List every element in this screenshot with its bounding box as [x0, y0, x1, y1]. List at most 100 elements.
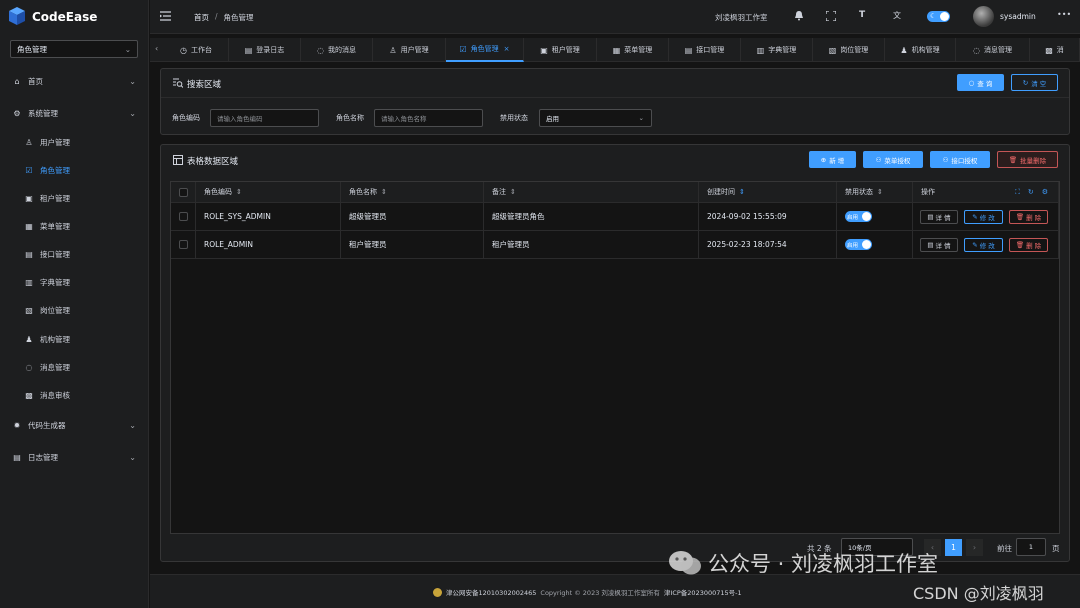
sidebar-item[interactable]: ▦ 菜单管理	[0, 214, 148, 238]
status-switch[interactable]: 启用	[845, 211, 872, 222]
sidebar-item[interactable]: ♟ 机构管理	[0, 327, 148, 351]
tab[interactable]: ▧ 岗位管理	[813, 38, 885, 62]
message-icon: ◌	[973, 45, 980, 55]
sort-icon[interactable]: ⇕	[510, 188, 516, 196]
sort-icon[interactable]: ⇕	[381, 188, 387, 196]
data-table: 角色编码 ⇕ 角色名称 ⇕ 备注 ⇕ 创建时间 ⇕ 禁用状态 ⇕ 操作 ⛶ ↻ ⚙ ROLE_SYS_ADM…	[170, 181, 1060, 534]
theme-switch[interactable]: ☾	[927, 11, 950, 22]
footer-beian[interactable]: 津公网安备12010302002465	[446, 587, 536, 597]
tab[interactable]: ▤ 登录日志	[229, 38, 301, 62]
refresh-icon: ↻	[1022, 78, 1029, 87]
goto-page-input[interactable]: 1	[1016, 538, 1046, 556]
tab[interactable]: ▥ 字典管理	[741, 38, 813, 62]
page-number-current[interactable]: 1	[945, 539, 962, 556]
add-button[interactable]: ⊕ 新 增	[809, 151, 856, 168]
sidebar-item[interactable]: ▣ 租户管理	[0, 186, 148, 210]
tab[interactable]: ♙ 用户管理	[373, 38, 446, 62]
status-switch-knob	[862, 240, 871, 249]
avatar[interactable]	[973, 6, 994, 27]
select-all-checkbox[interactable]	[179, 187, 188, 197]
tab[interactable]: ▤ 接口管理	[669, 38, 741, 62]
menu-auth-button[interactable]: ⚇ 菜单授权	[863, 151, 923, 168]
batch-delete-button[interactable]: 🗑 批量删除	[997, 151, 1058, 168]
tab[interactable]: ◷ 工作台	[164, 38, 229, 62]
detail-button[interactable]: ▤ 详 情	[920, 210, 958, 224]
table-header[interactable]: 角色编码 ⇕	[196, 182, 341, 203]
role-name-input[interactable]: 请输入角色名称	[374, 109, 483, 127]
sidebar-item[interactable]: ☑ 角色管理	[0, 158, 148, 182]
row-checkbox[interactable]	[179, 240, 188, 249]
tab[interactable]: ▦ 菜单管理	[597, 38, 669, 62]
query-button-label: 查 询	[977, 79, 993, 88]
api-auth-button[interactable]: ⚇ 接口授权	[930, 151, 990, 168]
tab-scroll-left-icon[interactable]: ‹	[155, 44, 158, 53]
bell-icon[interactable]	[794, 10, 804, 23]
more-icon[interactable]: •••	[1057, 10, 1071, 19]
tab[interactable]: ▣ 租户管理	[524, 38, 597, 62]
delete-button[interactable]: 🗑 删 除	[1009, 210, 1048, 224]
fullscreen-icon[interactable]: ⛶	[1015, 188, 1020, 197]
search-divider	[161, 97, 1069, 98]
tab[interactable]: ◌ 消息管理	[956, 38, 1030, 62]
tab[interactable]: ▩ 消	[1030, 38, 1080, 62]
actions-cell: ▤ 详 情 ✎ 修 改 🗑 删 除	[913, 231, 1059, 259]
police-badge-icon	[433, 587, 442, 597]
close-icon[interactable]: ×	[504, 45, 510, 53]
footer-icp[interactable]: 津ICP备2023000715号-1	[664, 587, 742, 597]
sort-icon[interactable]: ⇕	[739, 188, 745, 196]
table-header[interactable]: 创建时间 ⇕	[699, 182, 837, 203]
delete-button[interactable]: 🗑 删 除	[1009, 238, 1048, 252]
menu-search-select[interactable]: 角色管理 ⌄	[10, 40, 138, 58]
sidebar-item[interactable]: ♙ 用户管理	[0, 130, 148, 154]
row-select-cell[interactable]	[171, 203, 196, 231]
tab[interactable]: ☑ 角色管理 ×	[446, 38, 524, 62]
breadcrumb-home[interactable]: 首页	[194, 12, 209, 23]
tenant-icon: ▣	[25, 193, 33, 203]
translate-icon[interactable]: 文	[893, 10, 901, 21]
collapse-menu-icon[interactable]	[160, 11, 171, 23]
chevron-down-icon: ⌄	[124, 44, 131, 54]
font-size-icon[interactable]: T	[859, 10, 865, 20]
sidebar-item[interactable]: ▤ 接口管理	[0, 242, 148, 266]
delete-button-label: 删 除	[1026, 214, 1042, 222]
sort-icon[interactable]: ⇕	[877, 188, 883, 196]
table-header: 操作 ⛶ ↻ ⚙	[913, 182, 1059, 203]
status-switch[interactable]: 启用	[845, 239, 872, 250]
tab[interactable]: ♟ 机构管理	[885, 38, 956, 62]
sidebar-item[interactable]: ▩ 消息审核	[0, 383, 148, 407]
sidebar-item[interactable]: ⌂ 首页 ⌄	[0, 69, 148, 93]
tab[interactable]: ◌ 我的消息	[301, 38, 373, 62]
sidebar-item[interactable]: ✹ 代码生成器 ⌄	[0, 413, 148, 437]
role-code-input[interactable]: 请输入角色编码	[210, 109, 319, 127]
sidebar-item[interactable]: ⚙ 系统管理 ⌄	[0, 101, 148, 125]
fullscreen-icon[interactable]	[825, 10, 837, 23]
refresh-icon[interactable]: ↻	[1028, 188, 1034, 197]
table-header[interactable]: 角色名称 ⇕	[341, 182, 484, 203]
query-button[interactable]: ○ 查 询	[957, 74, 1004, 91]
trash-icon: 🗑	[1015, 241, 1025, 249]
status-select[interactable]: 启用 ⌄	[539, 109, 652, 127]
sidebar-item-label: 字典管理	[40, 277, 70, 287]
edit-button[interactable]: ✎ 修 改	[964, 238, 1003, 252]
sidebar-item-label: 代码生成器	[28, 420, 66, 430]
sidebar-item[interactable]: ▥ 字典管理	[0, 270, 148, 294]
user-icon: ♙	[389, 45, 397, 55]
table-header[interactable]: 备注 ⇕	[484, 182, 699, 203]
tab-label: 工作台	[190, 46, 212, 54]
reset-button[interactable]: ↻ 清 空	[1011, 74, 1058, 91]
app-logo[interactable]: CodeEase	[0, 0, 149, 34]
edit-button[interactable]: ✎ 修 改	[964, 210, 1003, 224]
sidebar-item[interactable]: ▤ 日志管理 ⌄	[0, 445, 148, 469]
detail-button[interactable]: ▤ 详 情	[920, 238, 958, 252]
row-checkbox[interactable]	[179, 212, 188, 221]
next-page-button[interactable]: ›	[966, 539, 983, 556]
menu-search-value: 角色管理	[17, 44, 47, 54]
sidebar-item[interactable]: ◌ 消息管理	[0, 355, 148, 379]
select-all-cell[interactable]	[171, 182, 196, 203]
username[interactable]: sysadmin	[1000, 12, 1036, 21]
sidebar-item[interactable]: ▧ 岗位管理	[0, 298, 148, 322]
status-cell: 启用	[837, 203, 913, 231]
row-select-cell[interactable]	[171, 231, 196, 259]
settings-icon[interactable]: ⚙	[1042, 188, 1048, 197]
sort-icon[interactable]: ⇕	[236, 188, 242, 196]
